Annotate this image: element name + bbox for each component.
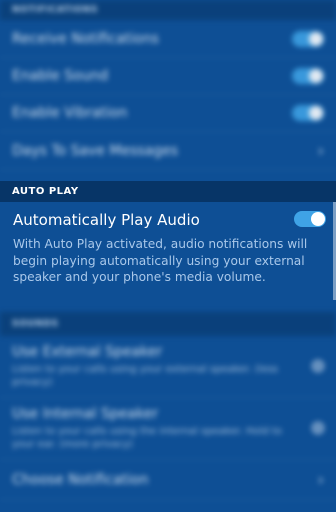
receive-notifications-toggle[interactable] [292,30,324,47]
toggle-knob [309,69,323,83]
settings-screen: NOTIFICATIONS Receive Notifications Enab… [0,0,336,512]
choose-notification-row[interactable]: Choose Notification › [0,460,336,500]
external-speaker-sub: Listen to your calls using your external… [12,364,279,388]
external-speaker-text: Use External Speaker Listen to your call… [12,344,292,389]
internal-speaker-row[interactable]: Use Internal Speaker Listen to your call… [0,398,336,460]
external-speaker-label: Use External Speaker [12,344,163,360]
enable-vibration-label: Enable Vibration [12,105,128,121]
toggle-knob [309,31,323,46]
radio-dot [316,364,320,368]
internal-speaker-label: Use Internal Speaker [12,406,158,422]
auto-play-header: AUTO PLAY [0,181,336,202]
external-speaker-radio[interactable] [312,360,324,372]
enable-sound-label: Enable Sound [12,68,109,84]
sounds-header: SOUNDS [0,312,336,336]
chevron-right-icon: › [317,470,324,489]
enable-sound-toggle[interactable] [292,68,324,84]
internal-speaker-sub: Listen to your calls using the internal … [12,426,282,450]
days-to-save-row[interactable]: Days To Save Messages › [0,132,336,170]
notifications-section: NOTIFICATIONS Receive Notifications Enab… [0,0,336,181]
receive-notifications-label: Receive Notifications [12,30,159,47]
chevron-right-icon: › [317,141,324,160]
choose-notification-label: Choose Notification [12,471,149,488]
internal-speaker-radio[interactable] [312,422,324,434]
internal-speaker-text: Use Internal Speaker Listen to your call… [12,406,292,451]
receive-notifications-row[interactable]: Receive Notifications [0,20,336,58]
auto-play-row[interactable]: Automatically Play Audio With Auto Play … [0,202,336,312]
toggle-knob [309,106,323,120]
external-speaker-row[interactable]: Use External Speaker Listen to your call… [0,336,336,398]
auto-play-title: Automatically Play Audio [13,211,200,229]
enable-sound-row[interactable]: Enable Sound [0,58,336,95]
enable-vibration-toggle[interactable] [292,105,324,121]
auto-play-toggle[interactable] [294,211,326,227]
radio-dot [316,426,320,430]
enable-vibration-row[interactable]: Enable Vibration [0,95,336,132]
notifications-header: NOTIFICATIONS [0,0,336,20]
sounds-section: SOUNDS Use External Speaker Listen to yo… [0,312,336,512]
days-to-save-label: Days To Save Messages [12,142,179,159]
toggle-knob [311,212,325,226]
auto-play-description: With Auto Play activated, audio notifica… [13,237,308,284]
